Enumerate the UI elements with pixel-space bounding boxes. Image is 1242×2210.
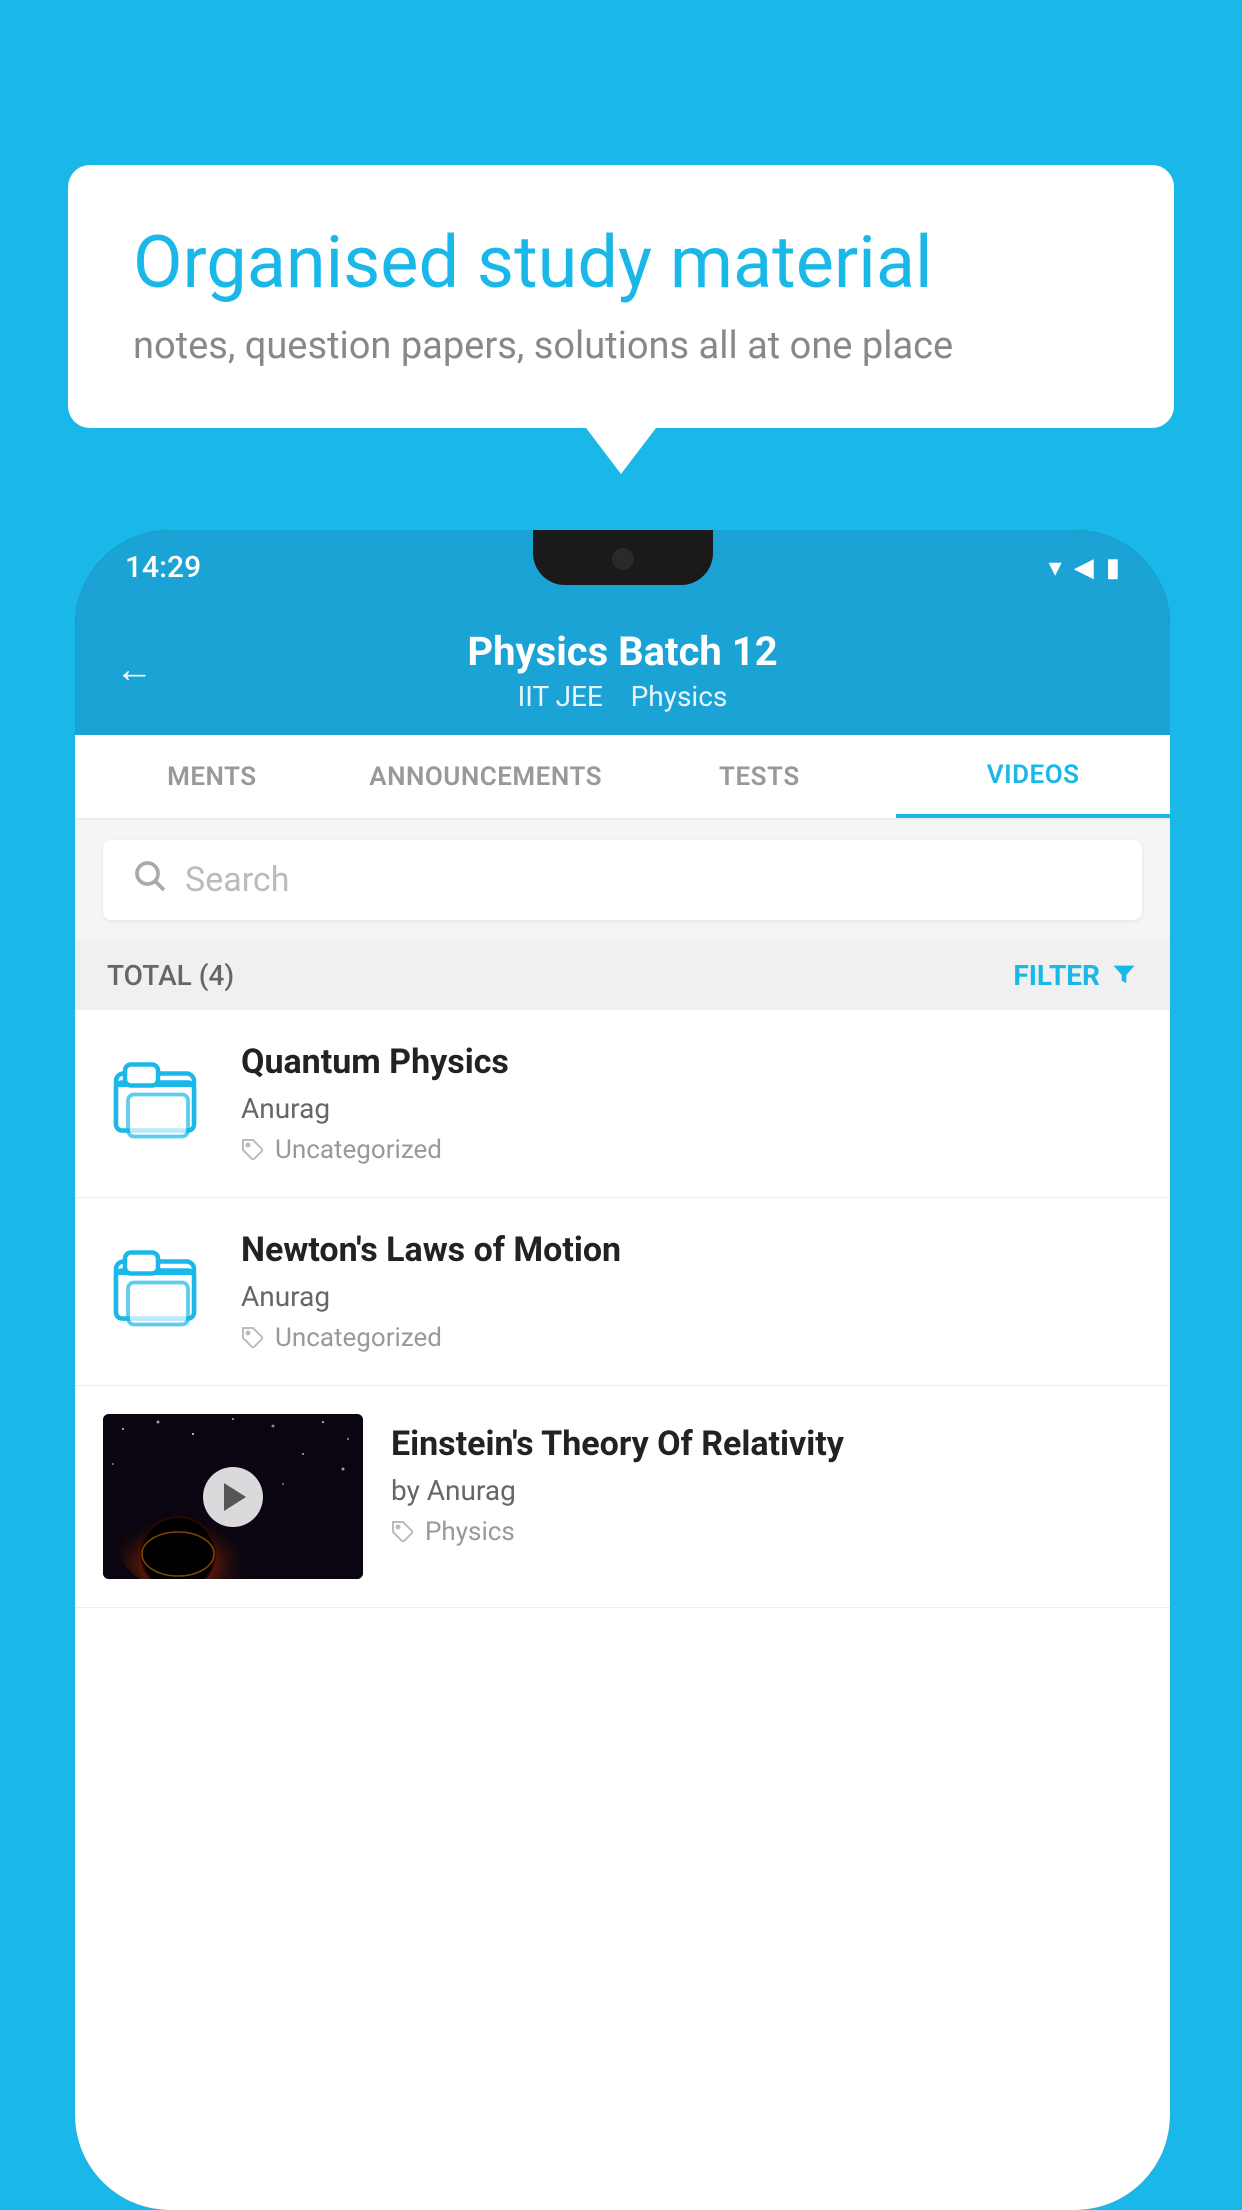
phone-content: MENTS ANNOUNCEMENTS TESTS VIDEOS Search … <box>75 735 1170 2210</box>
list-item[interactable]: Quantum Physics Anurag Uncategorized <box>75 1010 1170 1198</box>
video-list: Quantum Physics Anurag Uncategorized <box>75 1010 1170 1608</box>
tag-label: Uncategorized <box>275 1323 442 1353</box>
bubble-title: Organised study material <box>133 220 1109 306</box>
video-info: Quantum Physics Anurag Uncategorized <box>241 1042 1142 1165</box>
filter-button[interactable]: FILTER <box>1013 959 1138 992</box>
phone-shell: 14:29 ▾ ◀ ▮ ← Physics Batch 12 IIT JEE P… <box>75 530 1170 2210</box>
header-tag-iit: IIT JEE <box>518 680 603 713</box>
tab-ments[interactable]: MENTS <box>75 735 349 818</box>
back-button[interactable]: ← <box>115 648 153 692</box>
filter-bar: TOTAL (4) FILTER <box>75 940 1170 1010</box>
tab-tests[interactable]: TESTS <box>623 735 897 818</box>
app-header: ← Physics Batch 12 IIT JEE Physics <box>75 605 1170 735</box>
wifi-icon: ▾ <box>1049 553 1062 583</box>
video-title: Newton's Laws of Motion <box>241 1230 1142 1270</box>
status-bar: 14:29 ▾ ◀ ▮ <box>75 530 1170 605</box>
tag-icon <box>241 1326 265 1350</box>
bubble-subtitle: notes, question papers, solutions all at… <box>133 324 1109 368</box>
video-author: Anurag <box>241 1280 1142 1313</box>
filter-label: FILTER <box>1013 959 1100 992</box>
list-item[interactable]: Einstein's Theory Of Relativity by Anura… <box>75 1386 1170 1608</box>
video-info: Einstein's Theory Of Relativity by Anura… <box>363 1414 1142 1557</box>
video-tag: Uncategorized <box>241 1323 1142 1353</box>
battery-icon: ▮ <box>1106 553 1120 583</box>
folder-icon-container <box>103 1230 213 1340</box>
front-camera <box>612 548 634 570</box>
search-placeholder: Search <box>185 860 289 900</box>
play-button[interactable] <box>203 1467 263 1527</box>
status-icons: ▾ ◀ ▮ <box>1049 553 1120 583</box>
video-tag: Physics <box>391 1517 1142 1547</box>
total-count: TOTAL (4) <box>107 959 234 992</box>
header-tag-physics: Physics <box>631 680 728 713</box>
video-thumbnail <box>103 1414 363 1579</box>
search-icon <box>131 857 167 903</box>
video-author: by Anurag <box>391 1474 1142 1507</box>
tab-announcements[interactable]: ANNOUNCEMENTS <box>349 735 623 818</box>
filter-icon <box>1110 961 1138 989</box>
tag-label: Uncategorized <box>275 1135 442 1165</box>
video-author: Anurag <box>241 1092 1142 1125</box>
header-title: Physics Batch 12 <box>467 628 777 675</box>
speech-bubble: Organised study material notes, question… <box>68 165 1174 428</box>
search-bar[interactable]: Search <box>103 840 1142 920</box>
video-tag: Uncategorized <box>241 1135 1142 1165</box>
play-icon <box>224 1483 246 1511</box>
tab-videos[interactable]: VIDEOS <box>896 735 1170 818</box>
header-subtitle: IIT JEE Physics <box>518 680 728 713</box>
search-container: Search <box>75 820 1170 940</box>
video-title: Quantum Physics <box>241 1042 1142 1082</box>
video-info: Newton's Laws of Motion Anurag Uncategor… <box>241 1230 1142 1353</box>
tag-icon <box>241 1138 265 1162</box>
notch <box>533 530 713 585</box>
folder-icon <box>113 1050 203 1145</box>
tab-bar: MENTS ANNOUNCEMENTS TESTS VIDEOS <box>75 735 1170 820</box>
video-title: Einstein's Theory Of Relativity <box>391 1424 1142 1464</box>
signal-icon: ◀ <box>1074 553 1094 583</box>
tag-icon <box>391 1520 415 1544</box>
folder-icon <box>113 1238 203 1333</box>
list-item[interactable]: Newton's Laws of Motion Anurag Uncategor… <box>75 1198 1170 1386</box>
folder-icon-container <box>103 1042 213 1152</box>
tag-label: Physics <box>425 1517 515 1547</box>
status-time: 14:29 <box>125 550 201 585</box>
